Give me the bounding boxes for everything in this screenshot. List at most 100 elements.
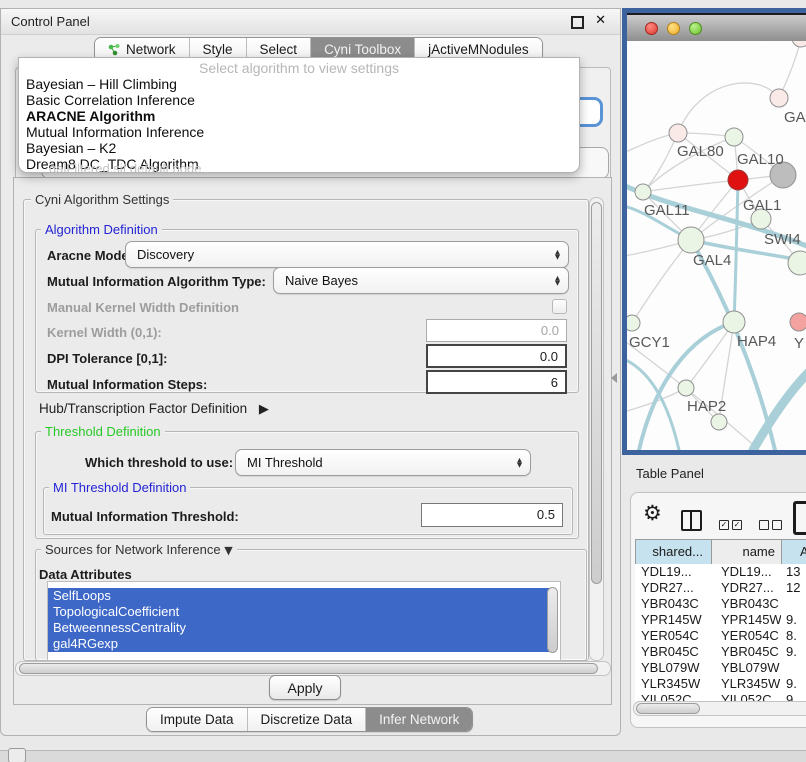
screen: Control Panel ✕ Network Style	[0, 0, 806, 762]
node-label: GAL10	[737, 151, 784, 168]
node-label: HAP2	[687, 398, 726, 415]
node-gal80[interactable]	[669, 124, 687, 142]
tab-impute-data[interactable]: Impute Data	[147, 708, 247, 731]
node-hap2[interactable]	[678, 380, 694, 396]
table-row[interactable]: YLR345W YLR345W 9.	[635, 676, 806, 692]
mi-algorithm-type-combo[interactable]: Naive Bayes ▲▼	[273, 267, 569, 294]
settings-horizontal-scrollbar[interactable]	[15, 661, 611, 676]
gear-icon[interactable]: ⚙	[643, 501, 662, 525]
column-header-partial[interactable]: A	[782, 540, 806, 564]
which-threshold-combo[interactable]: MI Threshold ▲▼	[235, 449, 531, 476]
bottom-partial-icon[interactable]	[8, 748, 26, 762]
tab-discretize-data-label: Discretize Data	[261, 712, 353, 727]
list-item[interactable]: gal4RGexp	[48, 636, 550, 652]
attributes-scrollbar-thumb[interactable]	[547, 587, 558, 653]
sources-title-row[interactable]: Sources for Network Inference ▼	[41, 542, 237, 557]
tab-infer-network-label: Infer Network	[379, 712, 459, 727]
column-header-shared-name[interactable]: shared...	[636, 540, 712, 564]
menu-item-bayesian-hill-climbing[interactable]: Bayesian – Hill Climbing	[19, 76, 579, 92]
splitter-collapse-arrow[interactable]	[611, 373, 617, 383]
list-item[interactable]: BetweennessCentrality	[48, 620, 550, 636]
network-window-titlebar[interactable]	[627, 13, 806, 41]
expanded-triangle-down-icon[interactable]: ▼	[224, 544, 232, 557]
table-row[interactable]: YIL052C YIL052C 9.	[635, 692, 806, 701]
tab-select-label: Select	[260, 42, 298, 57]
threshold-definition-title: Threshold Definition	[41, 424, 165, 439]
mutual-information-threshold-field[interactable]: 0.5	[421, 503, 563, 527]
table-row[interactable]: YPR145W YPR145W 9.	[635, 612, 806, 628]
aracne-mode-combo[interactable]: Discovery ▲▼	[125, 241, 569, 268]
node-y-partial[interactable]	[790, 313, 806, 331]
network-view-window: GAL GAL80 GAL10 GAL11 GAL1 GAL4 SWI4 GCY…	[622, 8, 806, 455]
node-hap4[interactable]	[723, 311, 745, 333]
kernel-width-field[interactable]: 0.0	[426, 319, 567, 342]
dpi-tolerance-label: DPI Tolerance [0,1]:	[47, 351, 167, 366]
node-gcy1[interactable]	[627, 315, 640, 331]
cyni-algorithm-settings-title: Cyni Algorithm Settings	[31, 192, 173, 207]
select-all-columns-icon[interactable]: ✓✓	[719, 516, 745, 534]
aracne-mode-value: Discovery	[126, 247, 194, 262]
table-header-row: shared... name A	[636, 540, 806, 565]
tab-style-label: Style	[203, 42, 233, 57]
float-window-icon[interactable]	[571, 16, 584, 29]
dpi-tolerance-field[interactable]: 0.0	[426, 344, 567, 368]
table-horizontal-scrollbar-thumb[interactable]	[636, 703, 700, 714]
table-row[interactable]: YBL079W YBL079W	[635, 660, 806, 676]
control-panel-titlebar[interactable]: Control Panel ✕	[1, 9, 620, 35]
table-row[interactable]: YDR27... YDR27... 12	[635, 580, 806, 596]
node-partial-bottom[interactable]	[711, 414, 727, 430]
network-icon	[108, 43, 121, 56]
sources-title: Sources for Network Inference	[45, 542, 221, 557]
menu-item-basic-correlation[interactable]: Basic Correlation Inference	[19, 92, 579, 108]
node-partial-top[interactable]	[792, 41, 806, 47]
close-icon[interactable]: ✕	[595, 13, 606, 28]
table-rows[interactable]: YDL19... YDL19... 13 YDR27... YDR27... 1…	[635, 564, 806, 701]
table-row[interactable]: YBR045C YBR045C 9.	[635, 644, 806, 660]
tab-infer-network[interactable]: Infer Network	[365, 708, 472, 731]
network-canvas[interactable]: GAL GAL80 GAL10 GAL11 GAL1 GAL4 SWI4 GCY…	[627, 41, 806, 450]
node-label: SWI4	[764, 231, 801, 248]
new-table-icon[interactable]	[793, 501, 806, 535]
minimize-traffic-light-icon[interactable]	[667, 22, 680, 35]
menu-item-bayesian-k2[interactable]: Bayesian – K2	[19, 140, 579, 156]
node-partial-right[interactable]	[788, 251, 806, 275]
kernel-width-label: Kernel Width (0,1):	[47, 325, 162, 340]
close-traffic-light-icon[interactable]	[645, 22, 658, 35]
table-horizontal-scrollbar[interactable]	[633, 701, 806, 716]
manual-kernel-width-checkbox[interactable]	[552, 299, 567, 314]
node-gal-partial[interactable]	[770, 89, 788, 107]
node-label: HAP4	[737, 333, 776, 350]
node-gal10[interactable]	[725, 128, 743, 146]
node-label: GAL1	[743, 197, 781, 214]
occluded-network-combo-text: galFiltered.sif default node	[49, 161, 201, 173]
algorithm-dropdown-menu: Select algorithm to view settings Bayesi…	[18, 57, 580, 173]
mi-threshold-definition-title: MI Threshold Definition	[49, 480, 190, 495]
split-columns-icon[interactable]	[681, 510, 702, 531]
menu-item-aracne[interactable]: ARACNE Algorithm	[19, 108, 579, 124]
zoom-traffic-light-icon[interactable]	[689, 22, 702, 35]
tab-discretize-data[interactable]: Discretize Data	[247, 708, 366, 731]
hub-definition-toggle[interactable]: Hub/Transcription Factor Definition ▶	[39, 401, 269, 417]
collapsed-triangle-right-icon[interactable]: ▶	[259, 402, 269, 417]
data-attributes-list[interactable]: SelfLoops TopologicalCoefficient Between…	[47, 581, 561, 661]
algorithm-dropdown-prompt: Select algorithm to view settings	[19, 60, 579, 76]
menu-item-mutual-information[interactable]: Mutual Information Inference	[19, 124, 579, 140]
table-row[interactable]: YER054C YER054C 8.	[635, 628, 806, 644]
settings-vertical-scrollbar[interactable]	[589, 197, 604, 661]
node-gal11[interactable]	[635, 184, 651, 200]
apply-button-label: Apply	[287, 680, 322, 696]
column-header-name[interactable]: name	[712, 540, 782, 564]
node-red-selected[interactable]	[728, 170, 748, 190]
list-item[interactable]: TopologicalCoefficient	[48, 604, 550, 620]
deselect-all-columns-icon[interactable]	[759, 516, 785, 534]
list-item[interactable]: SelfLoops	[48, 588, 550, 604]
apply-button[interactable]: Apply	[269, 675, 341, 700]
which-threshold-value: MI Threshold	[236, 455, 323, 470]
table-row[interactable]: YBR043C YBR043C	[635, 596, 806, 612]
settings-horizontal-scrollbar-thumb[interactable]	[19, 663, 598, 674]
table-row[interactable]: YDL19... YDL19... 13	[635, 564, 806, 580]
settings-vertical-scrollbar-thumb[interactable]	[591, 202, 602, 584]
mi-steps-field[interactable]: 6	[426, 370, 567, 394]
node-label: GAL11	[644, 202, 690, 219]
node-gal4[interactable]	[678, 227, 704, 253]
